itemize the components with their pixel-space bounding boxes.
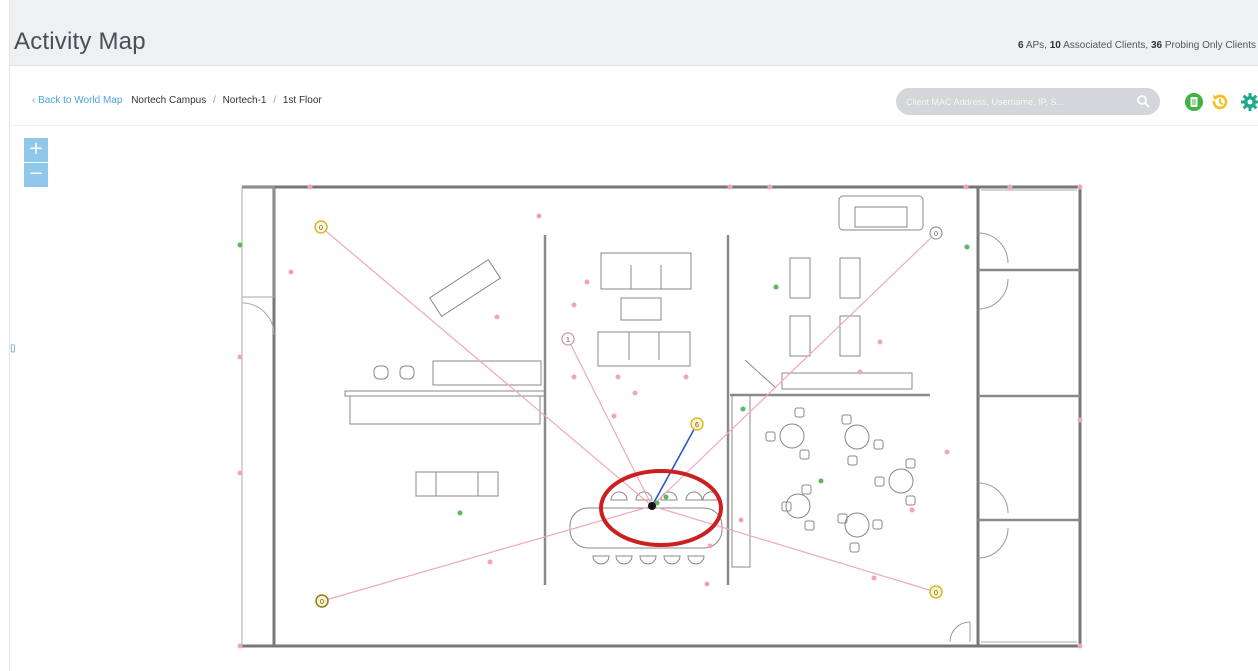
breadcrumb: ‹ Back to World Map Nortech Campus / Nor… [32,95,322,106]
thin-outlines [241,186,1077,646]
breadcrumb-item-building[interactable]: Nortech-1 [223,95,267,106]
aps-label: APs, [1025,40,1047,51]
access-point-marker[interactable]: 0 [314,220,328,234]
probe-lines [320,226,937,602]
client-search-input[interactable] [906,93,1126,110]
conference-chairs [592,491,720,565]
associated-client-dots [237,242,970,516]
probing-label: Probing Only Clients [1164,40,1256,51]
round-tables [765,407,916,553]
association-line [651,423,698,507]
access-point-label: 0 [319,225,323,232]
summary-counts: 6 APs, 10 Associated Clients, 36 Probing… [1018,40,1256,51]
door-arcs [949,232,1009,643]
access-point-label: 0 [934,590,938,597]
left-edge-border [0,0,10,671]
access-point-marker[interactable]: 1 [561,332,575,346]
probing-client-dots [237,184,1083,649]
access-point-label: 1 [566,337,570,344]
access-point-marker[interactable]: 0 [929,226,943,240]
access-point-marker[interactable]: 6 [690,417,704,431]
page-title: Activity Map [14,28,146,55]
page-header: Activity Map 6 APs, 10 Associated Client… [10,0,1258,66]
left-room-furniture [344,259,546,497]
access-point-label: 6 [695,422,699,429]
inner-walls [543,235,1080,585]
client-search-bar[interactable] [896,88,1160,115]
gear-icon[interactable] [1240,92,1258,112]
associated-label: Associated Clients, [1063,40,1149,51]
probing-count: 36 [1150,40,1163,51]
center-lounge-furniture [569,252,751,568]
access-point-marker[interactable]: 0 [929,585,943,599]
zoom-controls: + − [24,138,48,188]
right-room-furniture [744,195,924,553]
access-point-label: 0 [320,599,324,606]
document-icon[interactable] [1184,92,1204,112]
history-icon[interactable] [1210,92,1230,112]
zoom-in-button[interactable]: + [24,138,48,162]
search-icon[interactable] [1136,94,1150,108]
chevron-left-icon: ‹ [32,95,36,106]
breadcrumb-separator: / [273,95,277,106]
map-toolbar: ‹ Back to World Map Nortech Campus / Nor… [10,66,1258,126]
access-point-marker[interactable]: 0 [315,594,329,608]
aps-count: 6 [1018,40,1024,51]
breadcrumb-separator: / [213,95,216,106]
selected-client-dot[interactable] [648,502,656,510]
zoom-out-button[interactable]: − [24,163,48,187]
left-marker-icon: ▯ [10,343,16,354]
back-to-world-map-link[interactable]: ‹ Back to World Map [32,95,125,106]
breadcrumb-item-campus[interactable]: Nortech Campus [131,95,206,106]
associated-count: 10 [1049,40,1061,51]
highlight-circle [599,469,723,547]
floor-walls [242,185,1082,648]
access-points: 0 0 1 6 0 0 [314,220,943,608]
breadcrumb-item-floor: 1st Floor [282,95,322,106]
access-point-label: 0 [934,231,938,238]
